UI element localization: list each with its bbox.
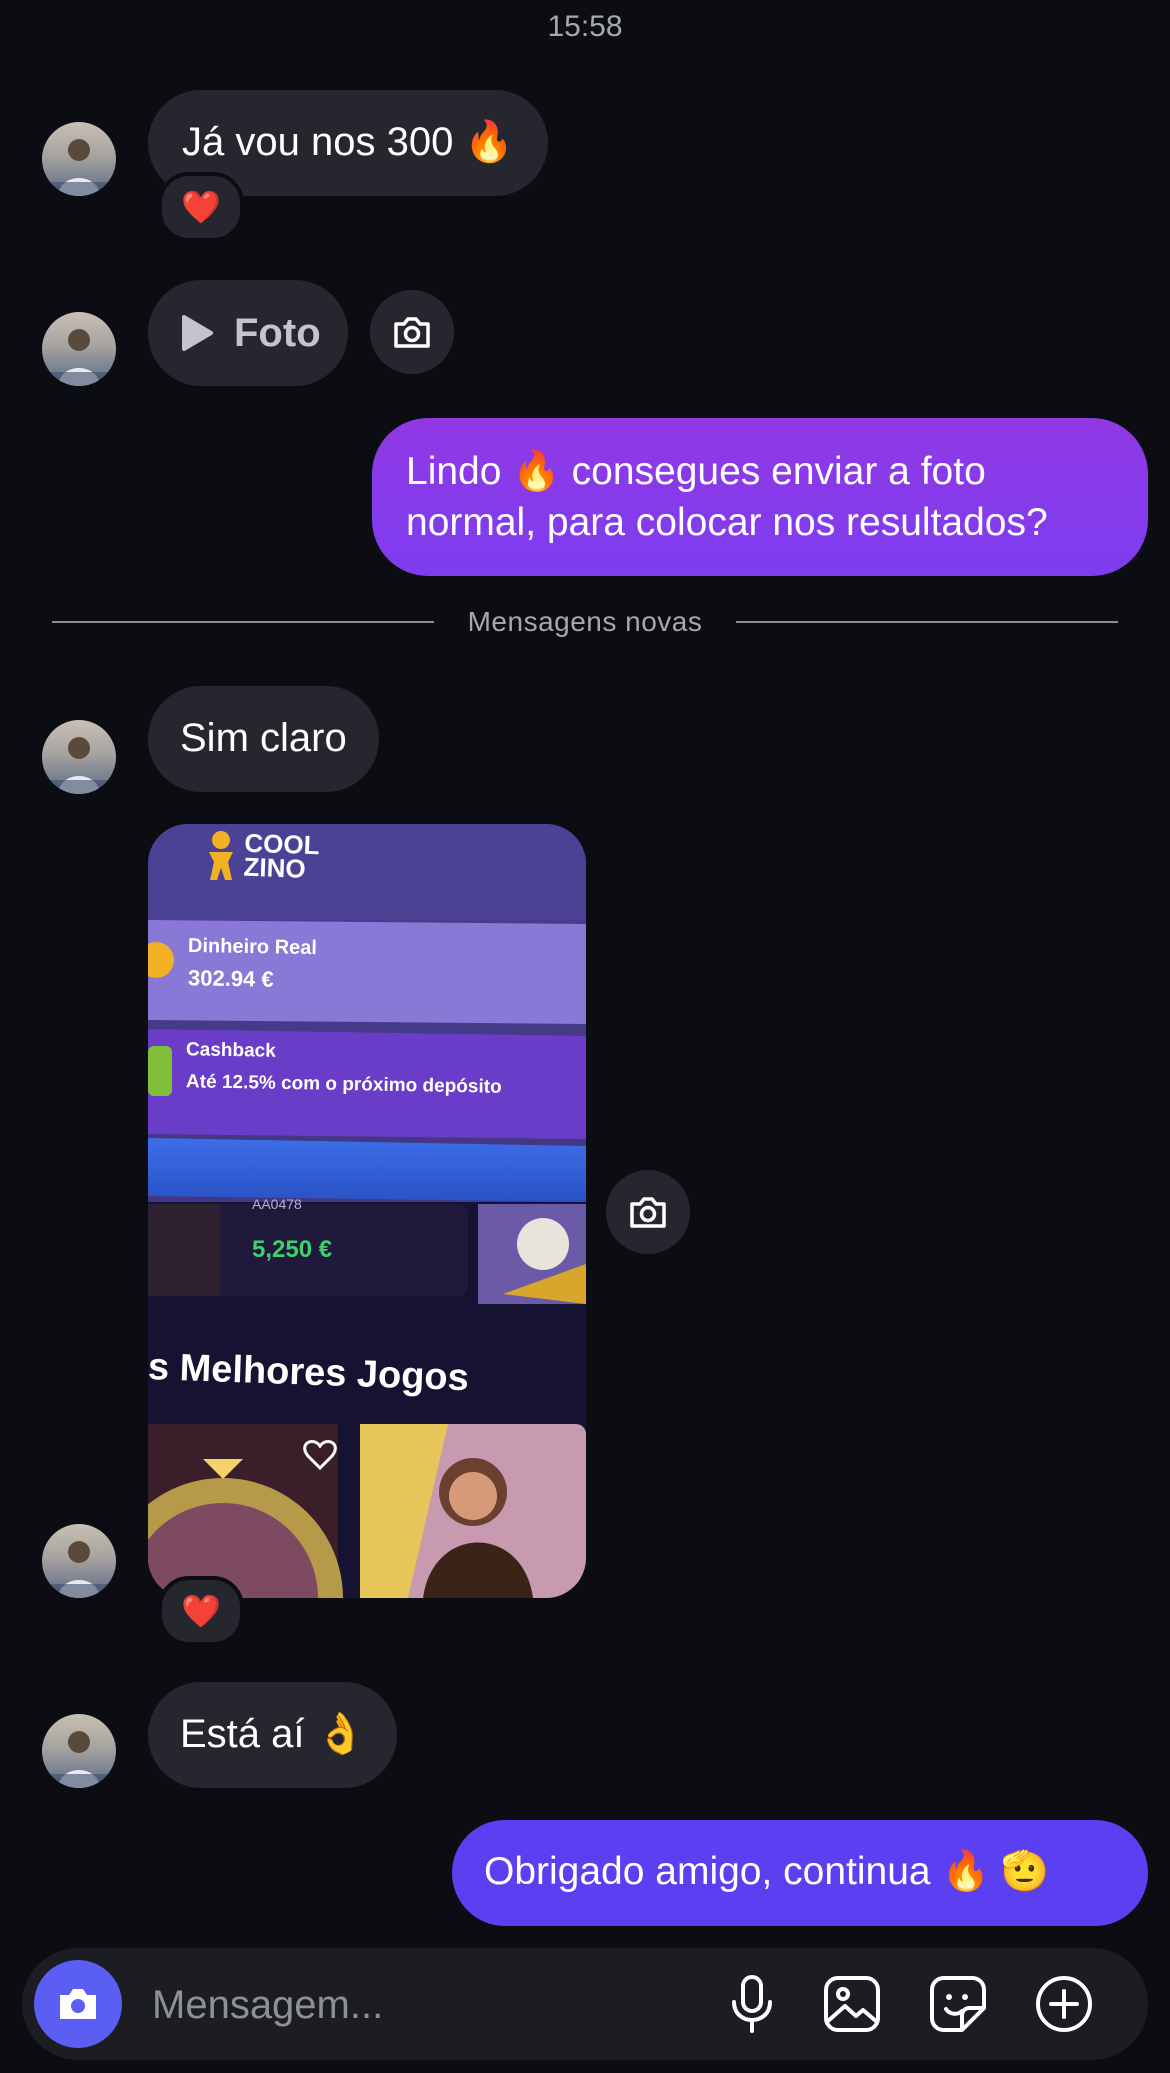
avatar[interactable] (42, 720, 116, 794)
plus-icon (1036, 1976, 1092, 2032)
sticker-icon (930, 1976, 986, 2032)
gallery-button[interactable] (820, 1972, 884, 2036)
camera-reply-button[interactable] (606, 1170, 690, 1254)
sticker-button[interactable] (926, 1972, 990, 2036)
gallery-icon (824, 1976, 880, 2032)
message-composer (22, 1948, 1148, 2060)
outgoing-message-bubble[interactable]: Lindo 🔥 consegues enviar a foto normal, … (372, 418, 1148, 576)
coolzino-logo-icon (204, 828, 234, 882)
outgoing-message-bubble[interactable]: Obrigado amigo, continua 🔥 🫡 (452, 1820, 1148, 1926)
more-button[interactable] (1032, 1972, 1096, 2036)
heart-reaction[interactable]: ❤️ (158, 172, 244, 242)
view-once-photo-bubble[interactable]: Foto (148, 280, 348, 386)
timestamp: 15:58 (547, 10, 623, 43)
message-input[interactable] (150, 1976, 674, 2034)
avatar[interactable] (42, 1524, 116, 1598)
photo-ticket-id: AA0478 (252, 1196, 302, 1212)
photo-balance-label: Dinheiro Real (187, 934, 318, 960)
message-bubble[interactable]: Está aí 👌 (148, 1682, 398, 1788)
message-text-line: Lindo 🔥 consegues enviar a foto (406, 450, 986, 493)
heart-icon: ❤️ (181, 189, 221, 225)
photo-brand: COOL ZINO (243, 827, 321, 884)
message-bubble[interactable]: Sim claro (148, 686, 379, 792)
new-messages-divider: Mensagens novas (467, 606, 703, 637)
camera-reply-button[interactable] (370, 290, 454, 374)
camera-icon (394, 317, 430, 348)
play-icon (182, 315, 213, 351)
avatar[interactable] (42, 122, 116, 196)
message-text: Já vou nos 300 🔥 (182, 120, 515, 164)
heart-reaction[interactable]: ❤️ (158, 1576, 244, 1646)
avatar[interactable] (42, 1714, 116, 1788)
message-text: Está aí 👌 (180, 1712, 366, 1756)
photo-message[interactable]: COOL ZINO Dinheiro Real 302.94 € Cashbac… (148, 824, 586, 1598)
microphone-button[interactable] (720, 1972, 784, 2036)
photo-label: Foto (234, 311, 321, 355)
photo-cashback-label: Cashback (185, 1039, 276, 1062)
divider-line (736, 621, 1118, 623)
heart-icon: ❤️ (181, 1593, 221, 1629)
message-text: Obrigado amigo, continua 🔥 🫡 (484, 1850, 1050, 1893)
microphone-icon (732, 1975, 772, 2033)
camera-button[interactable] (34, 1960, 122, 2048)
camera-icon (630, 1197, 666, 1228)
avatar[interactable] (42, 312, 116, 386)
camera-icon (60, 1989, 96, 2019)
message-text-line: normal, para colocar nos resultados? (406, 501, 1048, 544)
photo-win-value: 5,250 € (252, 1236, 333, 1263)
divider-line (52, 621, 434, 623)
message-text: Sim claro (180, 716, 347, 760)
photo-balance-value: 302.94 € (187, 965, 274, 992)
